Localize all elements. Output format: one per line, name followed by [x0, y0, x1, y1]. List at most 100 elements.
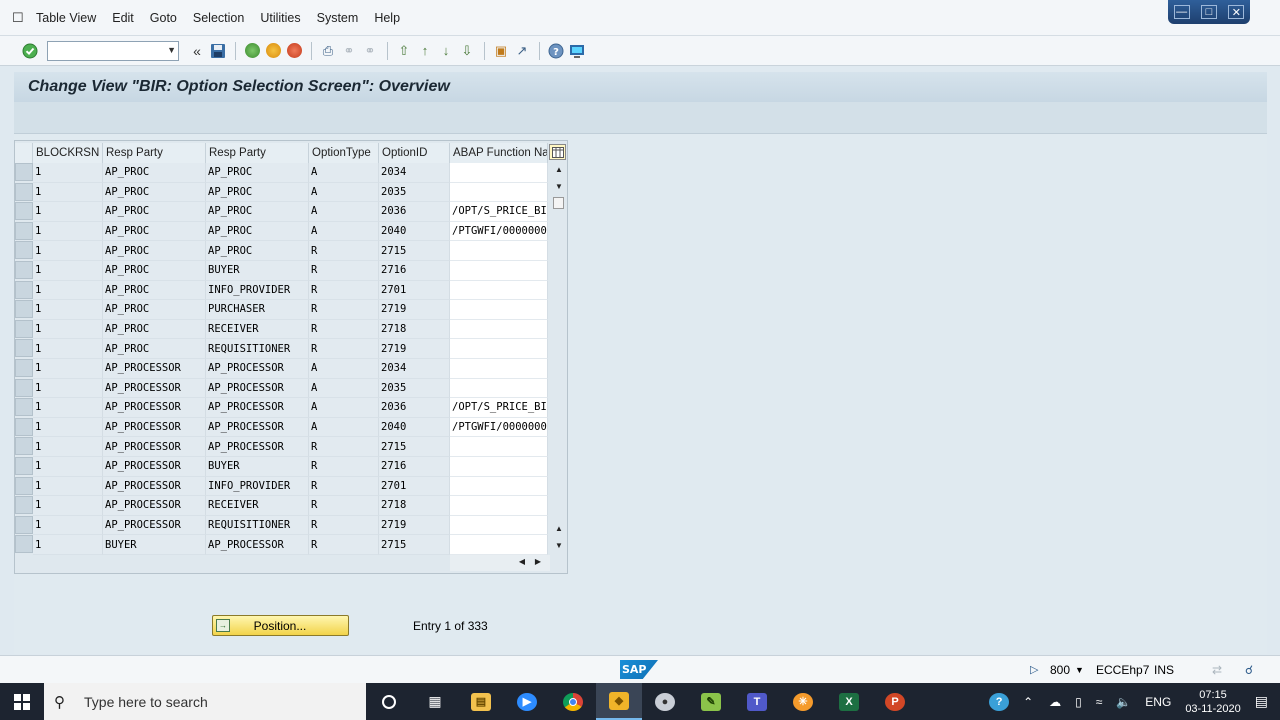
back-icon[interactable]: « [187, 41, 207, 61]
chevron-up-icon[interactable]: ⌃ [1023, 695, 1033, 709]
chevron-down-icon[interactable]: ▼ [167, 45, 176, 55]
notifications-icon[interactable]: ▤ [1255, 693, 1268, 710]
abap-function-input[interactable] [450, 476, 548, 497]
status-expand-icon[interactable]: ▷ [1030, 663, 1038, 676]
row-selector[interactable] [15, 202, 33, 221]
page-down-icon[interactable]: ▲ [553, 524, 565, 533]
column-header-blockrsn[interactable]: BLOCKRSN [33, 143, 103, 163]
menu-edit[interactable]: Edit [112, 11, 134, 25]
last-page-icon[interactable]: ⇩ [457, 41, 477, 61]
notepad-icon[interactable]: ✎ [688, 683, 734, 720]
abap-function-input[interactable] [450, 339, 548, 359]
client-dropdown-icon[interactable]: ▼ [1075, 665, 1084, 675]
powerpoint-icon[interactable]: P [872, 683, 918, 720]
first-page-icon[interactable]: ⇧ [394, 41, 414, 61]
help-icon[interactable]: ? [546, 41, 566, 61]
row-selector[interactable] [15, 261, 33, 279]
abap-function-input[interactable] [450, 515, 548, 536]
row-selector[interactable] [15, 221, 33, 240]
abap-function-input[interactable]: /OPT/S_PRICE_BI [450, 398, 548, 418]
previous-page-icon[interactable]: ↑ [415, 41, 435, 61]
next-page-icon[interactable]: ↓ [436, 41, 456, 61]
menu-table-view[interactable]: Table View [36, 11, 96, 25]
clock[interactable]: 07:15 03-11-2020 [1185, 688, 1240, 716]
lock-icon[interactable]: ☌ [1245, 663, 1253, 677]
abap-function-input[interactable] [450, 241, 548, 261]
sap-gui-icon[interactable]: ● [642, 683, 688, 720]
menu-help[interactable]: Help [374, 11, 400, 25]
print-icon[interactable]: ⎙ [318, 41, 338, 61]
row-selector[interactable] [15, 319, 33, 338]
row-selector[interactable] [15, 476, 33, 495]
cancel-icon[interactable] [284, 41, 304, 61]
column-header-resp-party-2[interactable]: Resp Party [206, 143, 309, 163]
position-button[interactable]: → Position... [212, 615, 349, 636]
row-select-all[interactable] [15, 143, 33, 163]
abap-function-input[interactable]: /OPT/S_PRICE_BI [450, 202, 548, 222]
command-field[interactable]: ▼ [47, 40, 179, 61]
volume-icon[interactable]: 🔈 [1116, 695, 1131, 709]
zoom-icon[interactable]: ▶ [504, 683, 550, 720]
language-indicator[interactable]: ENG [1145, 695, 1171, 709]
onedrive-icon[interactable]: ☁ [1049, 695, 1061, 709]
scroll-right-icon[interactable]: ▶ [532, 557, 544, 566]
excel-icon[interactable]: X [826, 683, 872, 720]
abap-function-input[interactable] [450, 163, 548, 183]
minimize-icon[interactable]: — [1173, 5, 1190, 19]
wifi-icon[interactable]: ≈ [1096, 695, 1103, 709]
sap-logon-icon[interactable]: ◆ [596, 683, 642, 720]
shortcut-icon[interactable]: ↗ [512, 41, 532, 61]
system-menu-icon[interactable]: ☐ [12, 10, 26, 25]
row-selector[interactable] [15, 417, 33, 436]
customize-layout-icon[interactable] [567, 41, 587, 61]
menu-goto[interactable]: Goto [150, 11, 177, 25]
row-selector[interactable] [15, 163, 33, 181]
help-tray-icon[interactable]: ? [989, 692, 1010, 711]
column-header-abap-function[interactable]: ABAP Function Nar [450, 143, 548, 163]
abap-function-input[interactable]: /PTGWFI/0000000 [450, 221, 548, 242]
abap-function-input[interactable] [450, 437, 548, 457]
row-selector[interactable] [15, 457, 33, 475]
abap-function-input[interactable] [450, 359, 548, 379]
snipping-tool-icon[interactable]: ✳ [780, 683, 826, 720]
menu-selection[interactable]: Selection [193, 11, 244, 25]
column-header-option-type[interactable]: OptionType [309, 143, 379, 163]
row-selector[interactable] [15, 437, 33, 456]
find-icon[interactable]: ⚭ [339, 41, 359, 61]
abap-function-input[interactable] [450, 496, 548, 516]
row-selector[interactable] [15, 535, 33, 554]
task-view-icon[interactable]: ▦ [412, 683, 458, 720]
horizontal-scrollbar[interactable]: ◀ ▶ [450, 555, 550, 571]
row-selector[interactable] [15, 182, 33, 201]
abap-function-input[interactable] [450, 261, 548, 281]
row-selector[interactable] [15, 378, 33, 397]
teams-icon[interactable]: T [734, 683, 780, 720]
close-icon[interactable]: ✕ [1228, 5, 1245, 19]
row-selector[interactable] [15, 300, 33, 319]
chrome-icon[interactable] [550, 683, 596, 720]
table-settings-icon[interactable] [549, 144, 566, 160]
scroll-down-icon[interactable]: ▼ [553, 541, 565, 550]
scroll-left-icon[interactable]: ◀ [516, 557, 528, 566]
column-header-option-id[interactable]: OptionID [379, 143, 450, 163]
scrollbar-thumb[interactable] [553, 197, 564, 209]
menu-utilities[interactable]: Utilities [260, 11, 300, 25]
abap-function-input[interactable]: /PTGWFI/0000000 [450, 417, 548, 438]
find-next-icon[interactable]: ⚭ [360, 41, 380, 61]
battery-icon[interactable]: ▯ [1075, 695, 1082, 709]
row-selector[interactable] [15, 496, 33, 515]
scroll-up-icon[interactable]: ▲ [553, 165, 565, 174]
layout-icon[interactable]: ⇄ [1212, 663, 1222, 677]
abap-function-input[interactable] [450, 319, 548, 340]
abap-function-input[interactable] [450, 378, 548, 399]
abap-function-input[interactable] [450, 457, 548, 477]
row-selector[interactable] [15, 398, 33, 417]
abap-function-input[interactable] [450, 300, 548, 320]
row-selector[interactable] [15, 515, 33, 534]
row-selector[interactable] [15, 339, 33, 358]
input-mode[interactable]: INS [1154, 663, 1174, 677]
green-back-icon[interactable] [242, 41, 262, 61]
row-selector[interactable] [15, 359, 33, 377]
taskbar-search[interactable]: ⚲ Type here to search [44, 683, 366, 720]
row-selector[interactable] [15, 280, 33, 299]
